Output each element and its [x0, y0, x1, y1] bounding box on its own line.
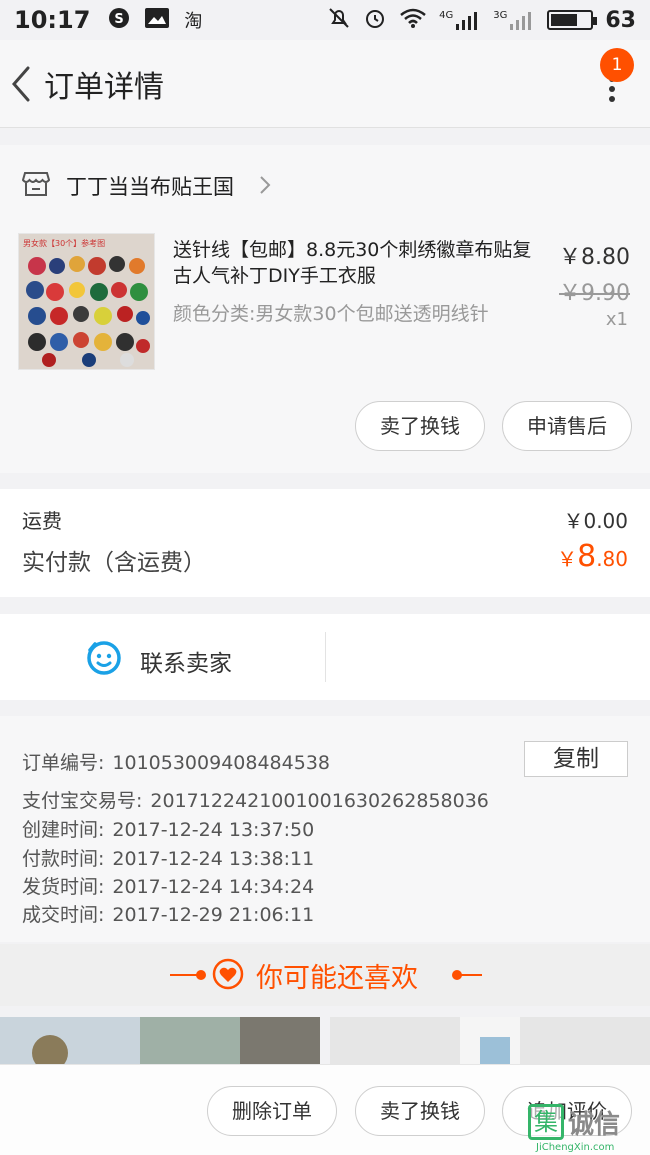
network-3g-label: 3G	[493, 10, 508, 21]
product-price: ￥8.80	[559, 245, 630, 270]
product-thumbnail[interactable]: 男女款【30个】参考图	[18, 233, 155, 370]
alarm-icon	[363, 6, 387, 35]
watermark-text: 诚信	[568, 1110, 621, 1140]
order-info: 订单编号: 101053009408484538 复制 支付宝交易号: 201712…	[0, 716, 650, 942]
product-title[interactable]: 送针线【包邮】8.8元30个刺绣徽章布贴复古人气补丁DIY手工衣服	[173, 237, 545, 289]
signal-4g-icon: 4G	[439, 10, 481, 30]
back-button[interactable]	[6, 60, 36, 108]
status-time: 10:17	[14, 6, 91, 34]
paid-int: 8	[577, 539, 597, 574]
battery-level: 63	[605, 7, 636, 33]
watermark-logo: 集 诚信 JiChengXin.com	[528, 1104, 646, 1154]
mute-icon	[327, 6, 351, 35]
product-spec: 颜色分类:男女款30个包邮送透明线针	[173, 303, 489, 325]
recommend-header: 你可能还喜欢	[0, 944, 650, 1006]
closed-time: 2017-12-29 21:06:11	[112, 904, 315, 926]
battery-icon	[547, 10, 598, 30]
alipay-row: 支付宝交易号: 2017122421001001630262858036	[22, 786, 489, 813]
shipped-label: 发货时间:	[22, 876, 105, 898]
svg-text:S: S	[115, 12, 124, 27]
contact-seller-section: 联系卖家	[0, 614, 650, 700]
payment-summary: 运费 ￥0.00 实付款（含运费） ￥8.80	[0, 489, 650, 597]
heart-icon	[212, 958, 244, 990]
shipped-time: 2017-12-24 14:34:24	[112, 876, 315, 898]
order-item[interactable]: 男女款【30个】参考图 送针线【包邮】8.8元30个刺绣徽章布贴复古人气补丁DI…	[0, 223, 650, 473]
back-arrow-icon	[12, 66, 30, 102]
chat-face-icon[interactable]	[86, 640, 122, 676]
alipay-label: 支付宝交易号:	[22, 790, 143, 812]
shop-name: 丁丁当当布贴王国	[66, 175, 234, 199]
image-icon	[144, 7, 170, 34]
divider	[325, 632, 326, 682]
sell-for-cash-button[interactable]: 卖了换钱	[355, 401, 485, 451]
copy-button[interactable]: 复制	[524, 741, 628, 777]
paid-time: 2017-12-24 13:38:11	[112, 848, 315, 870]
watermark-char: 集	[528, 1104, 564, 1140]
order-number-row: 订单编号: 101053009408484538	[22, 748, 330, 775]
network-4g-label: 4G	[439, 10, 454, 21]
paid-time-label: 付款时间:	[22, 848, 105, 870]
watermark-url: JiChengXin.com	[536, 1142, 615, 1153]
paid-dec: .80	[596, 547, 628, 571]
alipay-number: 2017122421001001630262858036	[150, 790, 489, 812]
created-label: 创建时间:	[22, 819, 105, 841]
closed-label: 成交时间:	[22, 904, 105, 926]
recommend-title: 你可能还喜欢	[256, 963, 418, 994]
sell-for-cash-button[interactable]: 卖了换钱	[355, 1086, 485, 1136]
recommended-product-image[interactable]	[0, 1017, 320, 1071]
created-row: 创建时间: 2017-12-24 13:37:50	[22, 815, 314, 842]
s-icon: S	[108, 7, 130, 34]
patches-image	[26, 256, 150, 367]
shipped-row: 发货时间: 2017-12-24 14:34:24	[22, 872, 314, 899]
created-time: 2017-12-24 13:37:50	[112, 819, 315, 841]
closed-row: 成交时间: 2017-12-29 21:06:11	[22, 900, 314, 927]
order-number: 101053009408484538	[112, 752, 330, 774]
original-price: ￥9.90	[559, 281, 630, 306]
paid-amount-label: 实付款（含运费）	[22, 550, 206, 576]
order-number-label: 订单编号:	[22, 752, 105, 774]
page-title: 订单详情	[44, 70, 164, 105]
chevron-right-icon	[258, 174, 272, 201]
paid-currency: ￥	[557, 547, 578, 571]
paid-row: 付款时间: 2017-12-24 13:38:11	[22, 844, 314, 871]
shipping-label: 运费	[22, 509, 62, 533]
shop-header[interactable]: 丁丁当当布贴王国	[0, 145, 650, 223]
wifi-icon	[399, 7, 427, 34]
divider	[456, 974, 482, 976]
taobao-icon: 淘	[184, 11, 203, 32]
recommended-product-image[interactable]	[330, 1017, 650, 1067]
contact-seller-button[interactable]: 联系卖家	[140, 644, 232, 678]
store-icon	[21, 171, 51, 197]
product-quantity: x1	[605, 309, 628, 330]
divider	[196, 970, 206, 980]
status-bar: 10:17 S 淘 4G 3G 63	[0, 0, 650, 40]
after-sale-button[interactable]: 申请售后	[502, 401, 632, 451]
notification-badge: 1	[600, 48, 634, 82]
shipping-value: ￥0.00	[563, 509, 628, 533]
navigation-bar: 订单详情 1	[0, 40, 650, 128]
paid-amount: ￥8.80	[557, 539, 628, 574]
signal-3g-icon: 3G	[493, 10, 535, 30]
delete-order-button[interactable]: 删除订单	[207, 1086, 337, 1136]
